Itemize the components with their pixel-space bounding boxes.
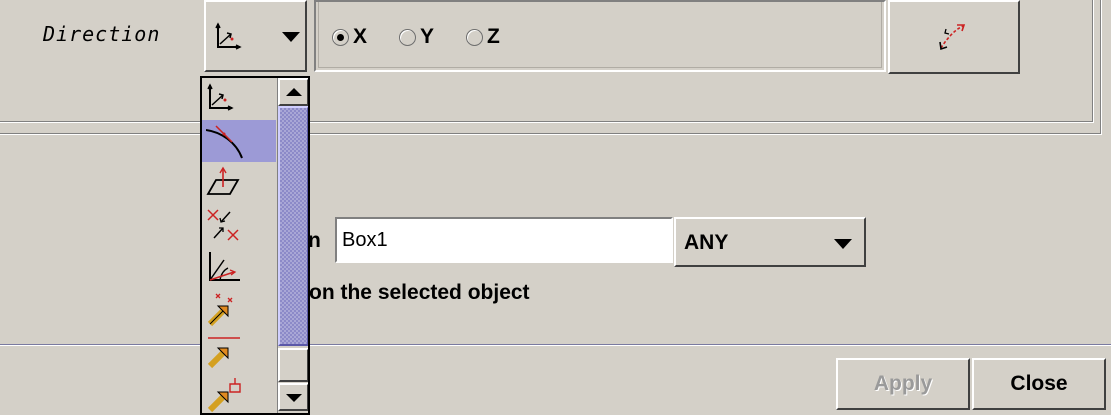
chevron-down-icon [834, 239, 852, 249]
scrollbar-thumb[interactable] [278, 106, 308, 346]
list-item-angle-axes[interactable] [202, 246, 276, 288]
radio-z-indicator[interactable] [466, 28, 483, 46]
face-normal-vector-icon [207, 378, 241, 413]
selection-hint-text: on the selected object [309, 281, 530, 304]
radio-x-indicator[interactable] [332, 28, 349, 46]
radio-y-label: Y [420, 25, 435, 48]
reverse-direction-button[interactable] [888, 0, 1020, 74]
radio-y-indicator[interactable] [399, 28, 416, 46]
point-to-point-vector-icon [207, 293, 233, 327]
axes-vector-icon [207, 83, 234, 111]
scroll-down-button[interactable] [278, 383, 308, 411]
axis-radio-group: X Y Z [314, 0, 886, 72]
dropdown-scrollbar[interactable] [277, 78, 308, 413]
radio-x[interactable]: X [332, 25, 368, 48]
close-button[interactable]: Close [972, 358, 1106, 410]
radio-y[interactable]: Y [399, 25, 435, 48]
reverse-direction-icon [936, 20, 970, 58]
object-name-field[interactable]: Box1 [335, 217, 673, 263]
angle-axes-icon [209, 252, 240, 281]
two-points-icon [207, 209, 239, 241]
apply-button[interactable]: Apply [836, 358, 970, 410]
list-item-curve-tangent[interactable] [202, 120, 276, 162]
scrollbar-lower-track[interactable] [278, 348, 308, 382]
radio-x-label: X [353, 25, 368, 48]
object-type-value: ANY [684, 231, 729, 254]
list-item-axes-vector[interactable] [202, 78, 276, 120]
object-type-combo[interactable]: ANY [674, 217, 866, 267]
list-item-two-points[interactable] [202, 204, 276, 246]
button-bar-separator [0, 344, 1111, 346]
scroll-up-button[interactable] [278, 78, 308, 106]
direction-method-combo[interactable] [204, 0, 307, 72]
list-item-line-vector[interactable] [202, 330, 276, 372]
plane-normal-icon [206, 166, 240, 195]
list-item-point-to-point-vector[interactable] [202, 288, 276, 330]
direction-method-dropdown-list [200, 76, 310, 415]
axes-vector-icon [214, 22, 242, 56]
curve-tangent-icon [206, 125, 243, 159]
chevron-down-icon [282, 32, 300, 42]
list-item-face-normal-vector[interactable] [202, 372, 276, 413]
line-vector-icon [207, 337, 240, 369]
direction-label: Direction [43, 22, 161, 46]
list-item-plane-normal[interactable] [202, 162, 276, 204]
radio-z[interactable]: Z [466, 25, 500, 48]
radio-z-label: Z [487, 25, 500, 48]
